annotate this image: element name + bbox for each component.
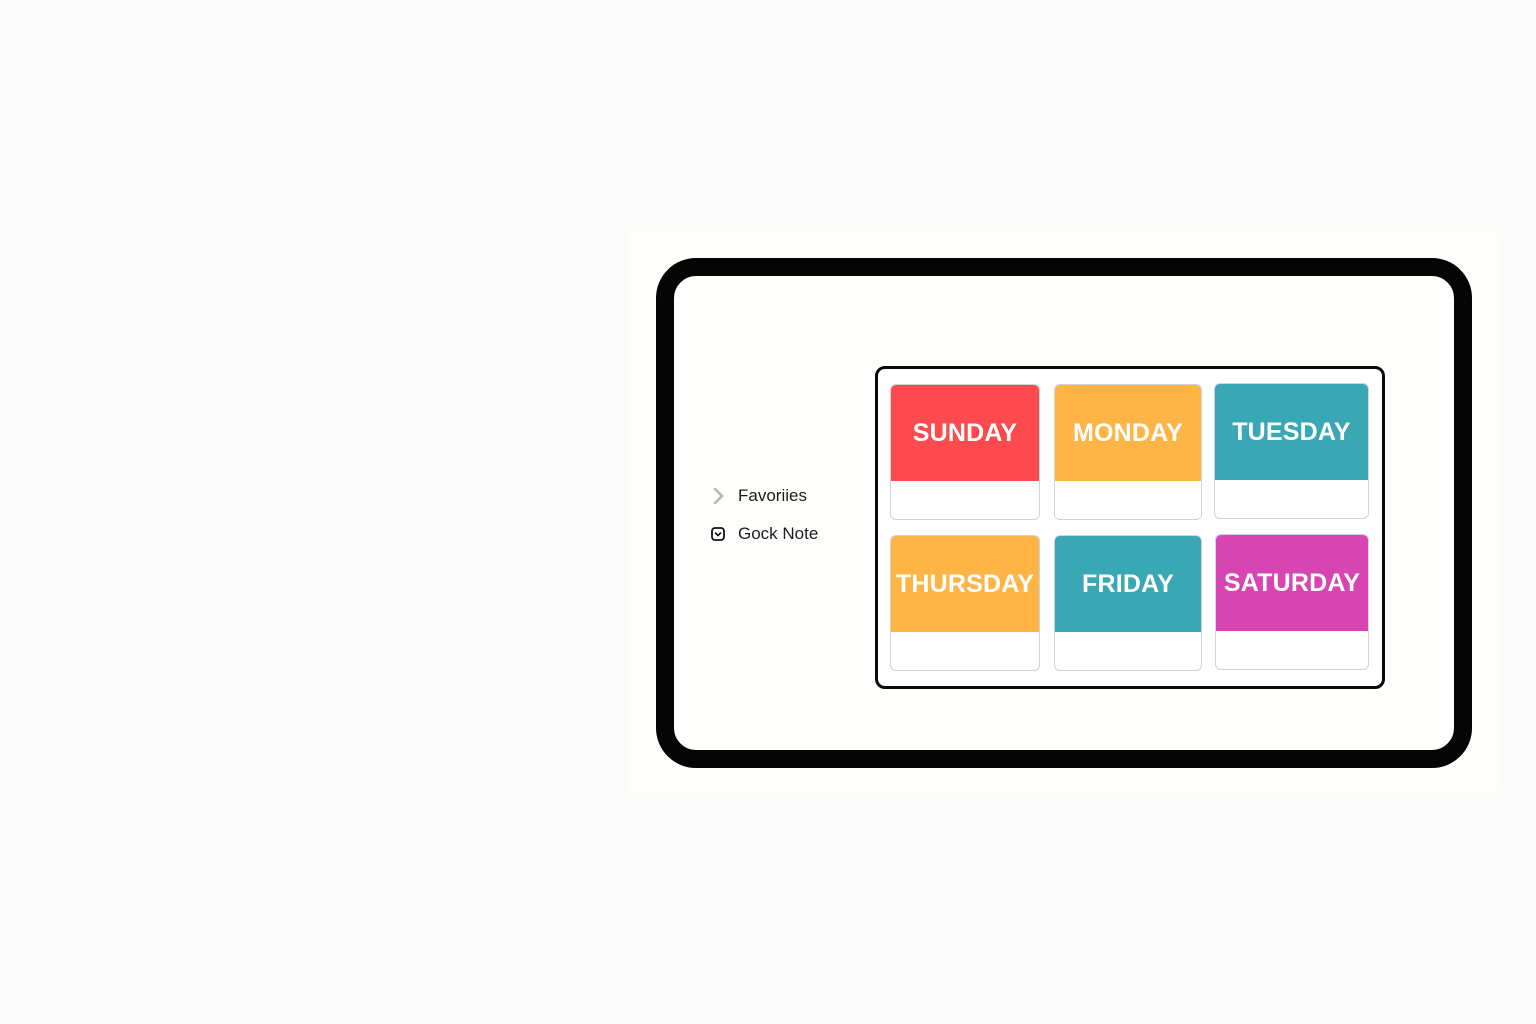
day-label: THURSDAY: [895, 569, 1035, 598]
day-card-thursday[interactable]: THURSDAY: [890, 535, 1040, 671]
day-card-header: TUESDAY: [1215, 384, 1368, 480]
day-label: TUESDAY: [1232, 417, 1351, 446]
sidebar-item-label: Gock Note: [738, 524, 819, 543]
sidebar: Favoriies Gock Note: [708, 484, 858, 560]
day-card-header: THURSDAY: [891, 536, 1039, 632]
day-card-tuesday[interactable]: TUESDAY: [1214, 383, 1369, 519]
day-card-saturday[interactable]: SATURDAY: [1215, 534, 1369, 670]
sidebar-item-favorites[interactable]: Favoriies: [708, 484, 858, 508]
day-label: FRIDAY: [1082, 569, 1174, 598]
chevron-right-icon: [708, 486, 728, 506]
day-label: MONDAY: [1072, 418, 1183, 447]
day-label: SUNDAY: [912, 418, 1018, 447]
sidebar-item-gock-note[interactable]: Gock Note: [708, 522, 858, 546]
day-card-header: FRIDAY: [1055, 536, 1201, 632]
day-card-sunday[interactable]: SUNDAY: [890, 384, 1040, 520]
day-label: SATURDAY: [1223, 568, 1361, 597]
day-card-header: SATURDAY: [1216, 535, 1368, 631]
day-card-header: MONDAY: [1055, 385, 1201, 481]
note-square-icon: [708, 524, 728, 544]
day-card-header: SUNDAY: [891, 385, 1039, 481]
day-card-monday[interactable]: MONDAY: [1054, 384, 1202, 520]
sidebar-item-label: Favoriies: [738, 486, 807, 505]
day-card-friday[interactable]: FRIDAY: [1054, 535, 1202, 671]
